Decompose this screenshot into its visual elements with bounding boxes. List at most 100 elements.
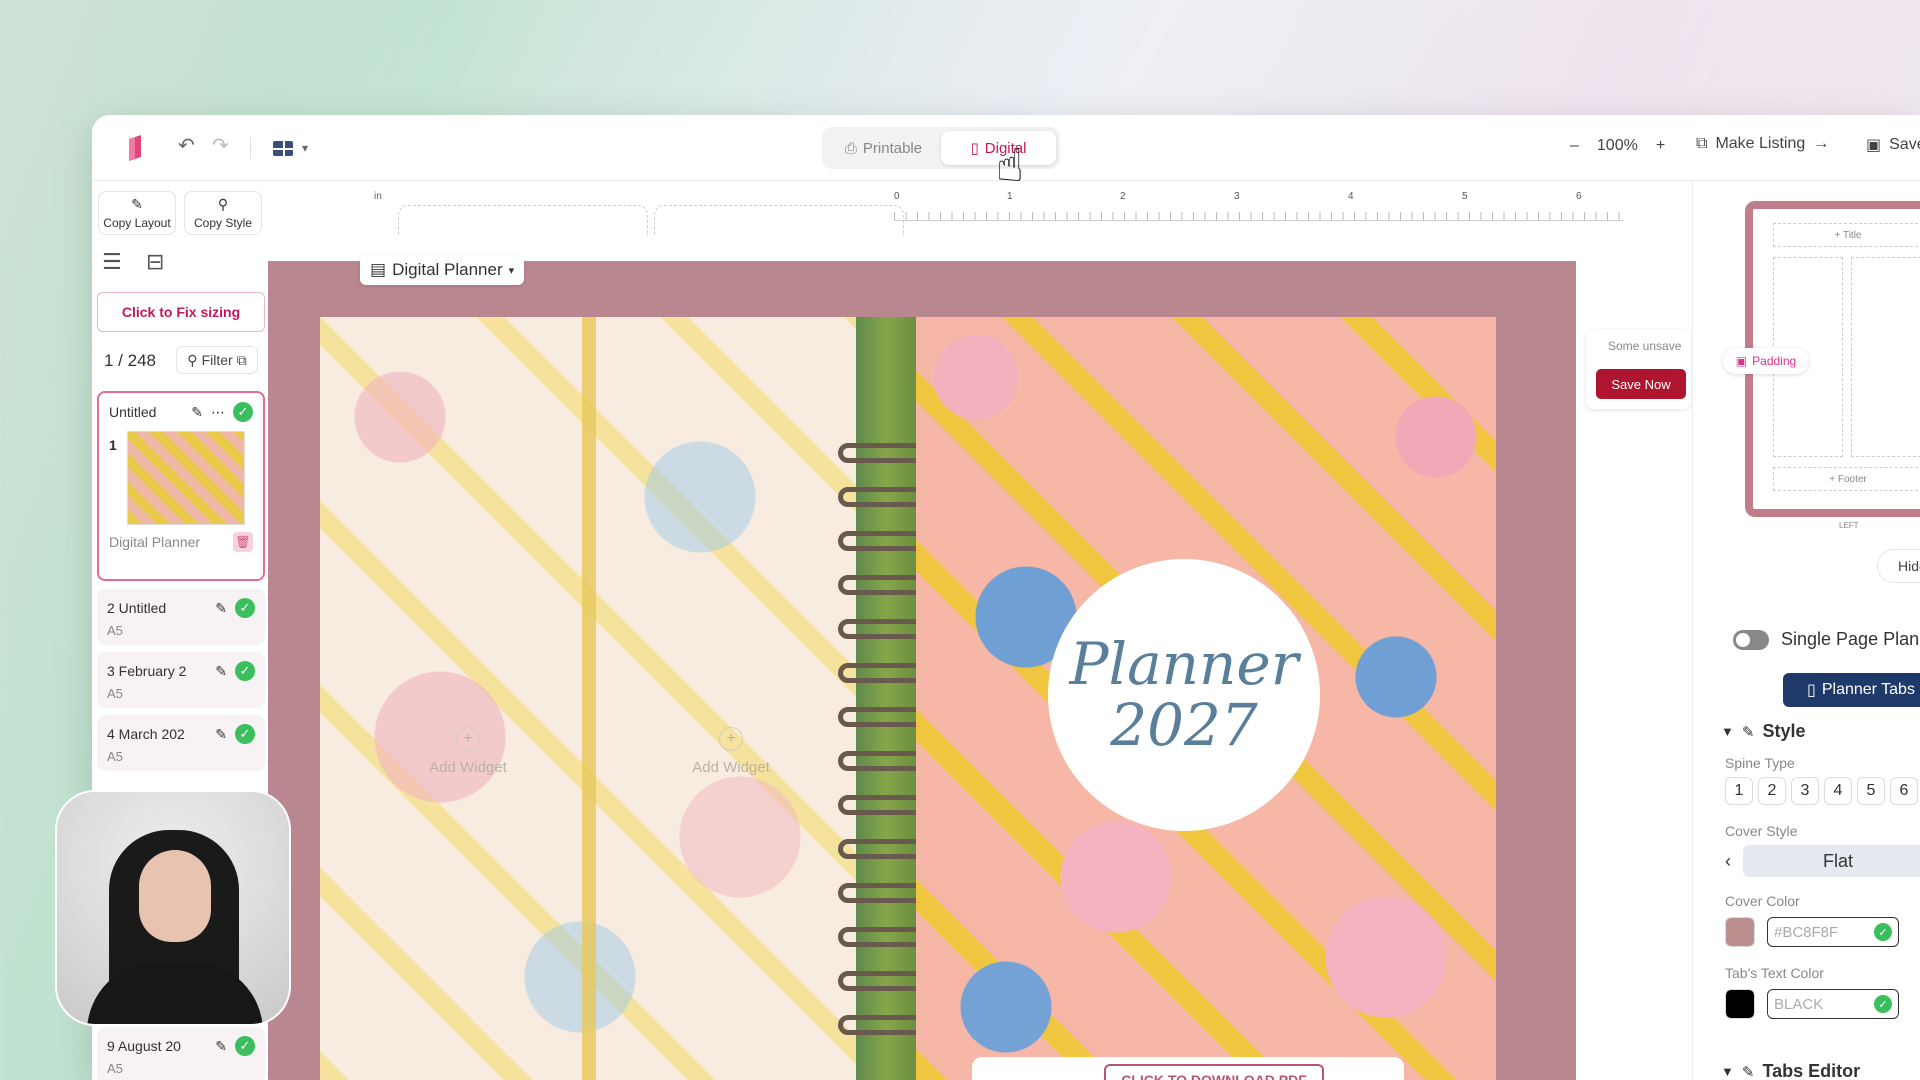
page-thumbnail[interactable] — [127, 431, 245, 525]
plus-icon: + — [456, 727, 480, 751]
preview-title-slot[interactable]: + Title — [1773, 223, 1920, 247]
add-widget-button-2[interactable]: + Add Widget — [671, 727, 791, 776]
zoom-out-button[interactable]: – — [1570, 137, 1579, 155]
tabs-icon: ▯ — [1807, 682, 1816, 699]
padding-label: Padding — [1752, 354, 1797, 368]
spiral-ring — [838, 795, 926, 815]
spine-option[interactable]: 2 — [1758, 777, 1786, 805]
tab-text-color-input[interactable]: BLACK ✓ — [1767, 989, 1899, 1019]
page-card-4[interactable]: 4 March 202 ✎ ✓ A5 — [97, 715, 265, 771]
tabs-editor-section-header[interactable]: ▼ ✎ Tabs Editor — [1721, 1061, 1860, 1080]
style-section-header[interactable]: ▼ ✎ Style — [1721, 721, 1805, 742]
toolbar-divider — [250, 137, 251, 159]
spiral-ring — [838, 575, 926, 595]
check-icon: ✓ — [233, 402, 253, 422]
tab-text-color-swatch[interactable] — [1725, 989, 1755, 1019]
spiral-ring — [838, 443, 926, 463]
card-view-icon[interactable]: ⊟ — [146, 249, 164, 275]
cover-color-label: Cover Color — [1725, 893, 1800, 909]
edit-icon[interactable]: ✎ — [215, 726, 227, 743]
spiral-ring — [838, 487, 926, 507]
edit-icon[interactable]: ✎ — [191, 404, 203, 421]
copy-icon: ⧉ — [236, 351, 247, 368]
check-icon: ✓ — [235, 598, 255, 618]
download-pdf-button[interactable]: CLICK TO DOWNLOAD PDF — [1104, 1064, 1324, 1080]
spiral-ring — [838, 619, 926, 639]
cover-style-select[interactable]: Flat — [1743, 845, 1920, 877]
style-heading: Style — [1762, 721, 1806, 741]
tabs-editor-heading: Tabs Editor — [1762, 1061, 1861, 1080]
planner-icon: ▤ — [370, 260, 387, 279]
page-title: 3 February 2 — [107, 663, 187, 679]
planner-name-dropdown[interactable]: ▤ Digital Planner ▾ — [360, 255, 525, 285]
list-view-icon[interactable]: ☰ — [102, 249, 122, 275]
padding-button[interactable]: ▣ Padding — [1723, 348, 1809, 374]
ruler-zone: in 0 1 2 3 4 5 6 — [268, 181, 1692, 261]
spine-option[interactable]: 3 — [1791, 777, 1819, 805]
cover-style-label: Cover Style — [1725, 823, 1798, 839]
page-card-1[interactable]: Untitled ✎ ⋯ ✓ 1 Digital Planner 🗑 — [97, 391, 265, 581]
page-card-3[interactable]: 3 February 2 ✎ ✓ A5 — [97, 652, 265, 708]
app-logo-icon[interactable] — [126, 135, 144, 161]
mode-printable-label: Printable — [862, 139, 923, 157]
ruler-tick: 5 — [1462, 191, 1468, 202]
save-now-button[interactable]: Save Now — [1596, 369, 1686, 399]
page-card-9[interactable]: 9 August 20 ✎ ✓ A5 — [97, 1027, 265, 1080]
more-icon[interactable]: ⋯ — [211, 404, 225, 421]
single-page-planner-row: Single Page Planner — [1733, 629, 1920, 650]
undo-icon[interactable]: ↶ — [178, 133, 195, 158]
column-guide — [654, 205, 904, 235]
check-icon: ✓ — [235, 661, 255, 681]
page-card-2[interactable]: 2 Untitled ✎ ✓ A5 — [97, 589, 265, 645]
mode-printable-button[interactable]: ⎙ Printable — [826, 131, 941, 165]
spiral-ring — [838, 883, 926, 903]
redo-icon[interactable]: ↷ — [212, 133, 229, 158]
save-label: Save — [1889, 136, 1920, 153]
hide-visual-button[interactable]: Hide visual ▴ — [1877, 549, 1920, 583]
edit-icon[interactable]: ✎ — [215, 1038, 227, 1055]
copy-layout-button[interactable]: ✎ Copy Layout — [98, 191, 176, 235]
page-subtitle: Digital Planner — [109, 534, 201, 550]
spine-option[interactable]: 5 — [1857, 777, 1885, 805]
cover-color-input[interactable]: #BC8F8F ✓ — [1767, 917, 1899, 947]
add-widget-button-1[interactable]: + Add Widget — [408, 727, 528, 776]
edit-icon[interactable]: ✎ — [215, 600, 227, 617]
planner-spine — [856, 317, 916, 1080]
spiral-ring — [838, 1015, 926, 1035]
cover-color-swatch[interactable] — [1725, 917, 1755, 947]
layout-icon[interactable] — [272, 140, 294, 157]
make-listing-button[interactable]: ⧉ Make Listing → — [1696, 135, 1829, 153]
tab-planner-tabs[interactable]: ▯ Planner Tabs — [1783, 673, 1920, 707]
page-title: 9 August 20 — [107, 1038, 181, 1054]
save-button[interactable]: ▣ Save — [1866, 135, 1920, 155]
single-page-planner-toggle[interactable] — [1733, 629, 1769, 650]
ruler-tick: 4 — [1348, 191, 1354, 202]
ruler-tick: 0 — [894, 191, 900, 202]
spine-option[interactable]: 1 — [1725, 777, 1753, 805]
ruler-tick: 1 — [1007, 191, 1013, 202]
filter-icon: ⚲ — [187, 351, 198, 368]
layout-chevron-down-icon[interactable]: ▾ — [302, 141, 308, 155]
spiral-ring — [838, 531, 926, 551]
planner-name-label: Digital Planner — [392, 260, 503, 279]
copy-style-button[interactable]: ⚲ Copy Style — [184, 191, 262, 235]
page-subtitle: A5 — [107, 749, 123, 764]
trash-icon[interactable]: 🗑 — [233, 532, 253, 552]
collapse-triangle-icon: ▼ — [1721, 724, 1734, 739]
webcam-person-face — [139, 850, 211, 942]
spine-option[interactable]: 4 — [1824, 777, 1852, 805]
left-page[interactable]: + Add Widget + Add Widget — [320, 317, 858, 1080]
page-title: 4 March 202 — [107, 726, 185, 742]
edit-icon[interactable]: ✎ — [215, 663, 227, 680]
spine-type-label: Spine Type — [1725, 755, 1795, 771]
chevron-left-icon[interactable]: ‹ — [1725, 851, 1731, 872]
tab-text-color-label: Tab's Text Color — [1725, 965, 1824, 981]
tab-planner-tabs-label: Planner Tabs — [1821, 681, 1915, 698]
ruler-tick: 2 — [1120, 191, 1126, 202]
spiral-ring — [838, 707, 926, 727]
spine-option[interactable]: 6 — [1890, 777, 1918, 805]
zoom-in-button[interactable]: + — [1656, 137, 1665, 155]
filter-button[interactable]: ⚲ Filter ⧉ — [176, 346, 258, 374]
preview-footer-slot[interactable]: + Footer — [1773, 467, 1920, 491]
fix-sizing-button[interactable]: Click to Fix sizing — [97, 292, 265, 332]
